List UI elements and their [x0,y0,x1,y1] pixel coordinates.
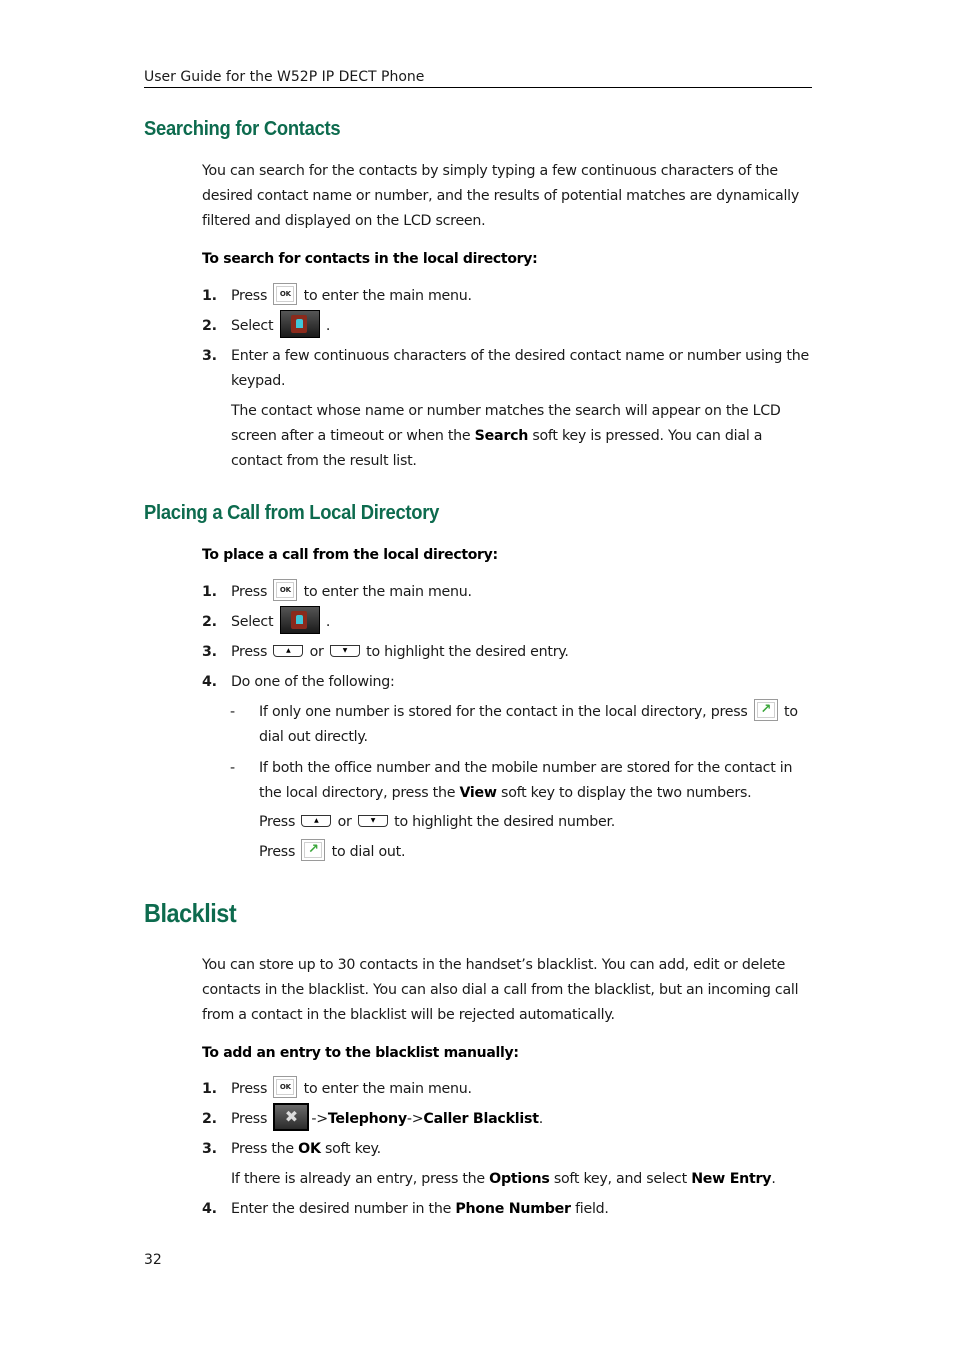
placing-option-2: - If both the office number and the mobi… [230,756,815,806]
step-text: Press [231,288,268,304]
section-title-blacklist: Blacklist [144,898,237,928]
blacklist-step-2: 2. Press ✖ ->Telephony->Caller Blacklist. [202,1103,814,1132]
step-text: Select [231,614,274,630]
searching-step-1: 1. Press OK to enter the main menu. [202,283,814,309]
placing-procedure-title: To place a call from the local directory… [202,547,498,563]
placing-step-4: 4. Do one of the following: [202,670,814,695]
call-key-icon: ↗ [301,839,326,861]
placing-option-2-step-a: Press ▲ or ▼ to highlight the desired nu… [259,810,844,835]
ok-key-icon: OK [273,1076,298,1098]
searching-step-2: 2. Select . [202,310,814,339]
searching-intro: You can search for the contacts by simpl… [202,163,800,229]
bullet-dash: - [230,760,235,776]
ok-key-icon: OK [273,283,298,305]
blacklist-note: If there is already an entry, press the … [231,1167,816,1192]
searching-step-3: 3. Enter a few continuous characters of … [202,344,814,394]
option-text: If only one number is stored for the con… [259,704,748,720]
settings-tools-icon: ✖ [273,1103,310,1131]
search-softkey-label: Search [474,428,529,444]
note-text: soft key, and select [553,1171,687,1187]
new-entry-label: New Entry [691,1171,772,1187]
step-number: 3. [202,348,217,364]
step-number: 2. [202,318,217,334]
step-number: 2. [202,1111,217,1127]
path-separator: -> [311,1111,328,1127]
placing-option-2-step-b: Press ↗ to dial out. [259,839,844,865]
ok-key-icon: OK [273,579,298,601]
option-text: Press [259,844,296,860]
searching-note: The contact whose name or number matches… [231,399,816,474]
contact-book-icon [290,611,307,629]
step-text: Select [231,318,274,334]
placing-step-2: 2. Select . [202,606,814,635]
page-number: 32 [144,1252,162,1268]
blacklist-step-3: 3. Press the OK soft key. [202,1137,814,1162]
searching-procedure-title: To search for contacts in the local dire… [202,251,538,267]
blacklist-step-1: 1. Press OK to enter the main menu. [202,1076,814,1102]
note-text: If there is already an entry, press the [231,1171,485,1187]
phone-number-field-label: Phone Number [455,1201,571,1217]
placing-step-3: 3. Press ▲ or ▼ to highlight the desired… [202,640,814,665]
step-number: 4. [202,674,217,690]
step-text: Press [231,1111,268,1127]
up-key-icon: ▲ [273,645,304,657]
step-number: 2. [202,614,217,630]
option-text: to highlight the desired number. [394,814,616,830]
step-text: field. [575,1201,609,1217]
blacklist-intro: You can store up to 30 contacts in the h… [202,957,799,1023]
step-text: to enter the main menu. [303,584,472,600]
step-text: soft key. [324,1141,381,1157]
step-text: . [325,614,331,630]
page-header: User Guide for the W52P IP DECT Phone [144,68,812,88]
step-text: to enter the main menu. [303,1081,472,1097]
section-title-searching: Searching for Contacts [144,118,341,140]
options-softkey-label: Options [489,1171,550,1187]
step-text: . [538,1111,544,1127]
step-text: Press [231,644,268,660]
step-text: Enter a few continuous characters of the… [231,348,809,389]
step-number: 1. [202,1081,217,1097]
step-number: 4. [202,1201,217,1217]
step-text: Press [231,1081,268,1097]
blacklist-procedure-title: To add an entry to the blacklist manuall… [202,1045,519,1061]
step-text: to enter the main menu. [303,288,472,304]
step-text: Do one of the following: [231,674,395,690]
down-key-icon: ▼ [357,815,388,827]
blacklist-step-4: 4. Enter the desired number in the Phone… [202,1197,814,1222]
note-text: . [771,1171,776,1187]
option-text: or [337,814,352,830]
placing-option-1: - If only one number is stored for the c… [230,699,815,750]
option-text: to dial out. [331,844,406,860]
directory-icon [279,310,320,338]
step-number: 1. [202,584,217,600]
step-text: Enter the desired number in the [231,1201,452,1217]
path-separator: -> [406,1111,424,1127]
ok-softkey-label: OK [298,1141,321,1157]
step-text: . [325,318,331,334]
placing-step-1: 1. Press OK to enter the main menu. [202,579,814,605]
step-text: Press the [231,1141,294,1157]
contact-book-icon [290,315,307,333]
option-text: Press [259,814,296,830]
step-text: or [309,644,324,660]
step-number: 3. [202,1141,217,1157]
bullet-dash: - [230,704,235,720]
view-softkey-label: View [459,785,497,801]
menu-path-telephony: Telephony [327,1111,407,1127]
menu-path-caller-blacklist: Caller Blacklist [423,1111,539,1127]
down-key-icon: ▼ [329,645,360,657]
step-number: 3. [202,644,217,660]
step-number: 1. [202,288,217,304]
step-text: to highlight the desired entry. [366,644,569,660]
step-text: Press [231,584,268,600]
up-key-icon: ▲ [301,815,332,827]
option-text: soft key to display the two numbers. [501,785,752,801]
call-key-icon: ↗ [753,699,778,721]
section-title-placing: Placing a Call from Local Directory [144,502,440,524]
directory-icon [279,606,320,634]
